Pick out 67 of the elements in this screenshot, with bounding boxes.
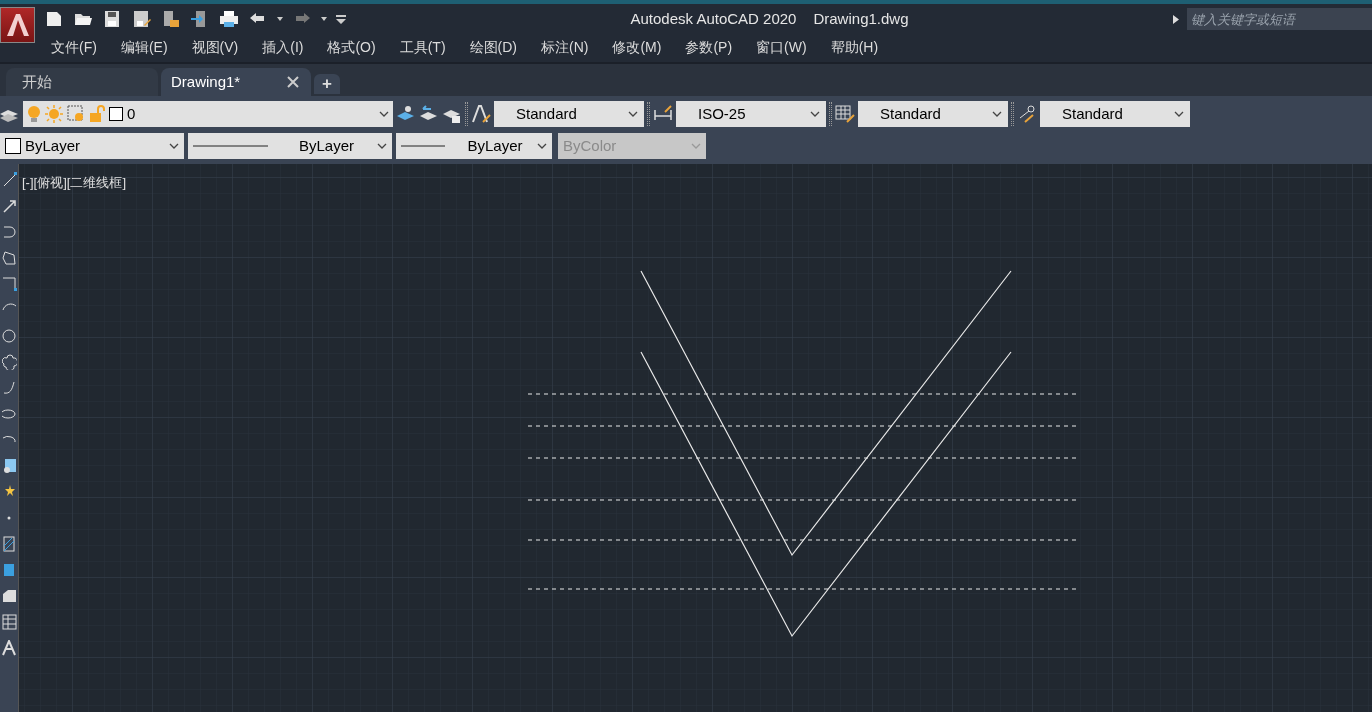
chevron-down-icon: [810, 111, 820, 117]
print-icon[interactable]: [219, 9, 239, 29]
chevron-down-icon: [379, 111, 389, 117]
line-tool-icon[interactable]: [1, 172, 17, 188]
chevron-down-icon: [691, 143, 701, 149]
insert-block-icon[interactable]: [1, 458, 17, 474]
chevron-down-icon: [377, 143, 387, 149]
document-tab[interactable]: 开始: [6, 68, 158, 96]
color-swatch-icon: [5, 138, 21, 154]
hatch-icon[interactable]: [1, 536, 17, 552]
gradient-icon[interactable]: [1, 562, 17, 578]
multileader-style-icon[interactable]: [1017, 104, 1037, 124]
caret-icon[interactable]: [321, 17, 327, 21]
text-style-icon[interactable]: [471, 104, 491, 124]
menu-item[interactable]: 标注(N): [529, 36, 601, 58]
expand-arrow-icon[interactable]: [1173, 14, 1179, 24]
file-title: Drawing1.dwg: [813, 8, 909, 29]
menu-item[interactable]: 工具(T): [387, 36, 458, 58]
menu-item[interactable]: 格式(O): [315, 36, 388, 58]
document-tab[interactable]: Drawing1*: [161, 68, 311, 96]
table-style-icon[interactable]: [835, 104, 855, 124]
style-dropdown[interactable]: Standard: [1040, 101, 1190, 127]
rectangle-icon[interactable]: [1, 276, 17, 292]
multiline-text-icon[interactable]: [1, 640, 17, 656]
chevron-down-icon: [1174, 111, 1184, 117]
customize-icon[interactable]: [336, 14, 346, 24]
menu-item[interactable]: 帮助(H): [818, 36, 891, 58]
lineweight-preview-icon: [401, 145, 445, 147]
circle-icon[interactable]: [1, 328, 17, 344]
logo-icon: [4, 12, 31, 38]
polygon-icon[interactable]: [1, 250, 17, 266]
table-icon[interactable]: [1, 614, 17, 630]
spline-icon[interactable]: [1, 380, 17, 396]
ray-icon[interactable]: [1, 198, 17, 214]
menu-item[interactable]: 视图(V): [179, 36, 251, 58]
caret-icon[interactable]: [277, 17, 283, 21]
linetype-preview-icon: [193, 145, 268, 147]
chevron-down-icon: [537, 143, 547, 149]
polyline-icon[interactable]: [1, 224, 17, 240]
chevron-down-icon: [169, 143, 179, 149]
property-dropdown[interactable]: ByLayer: [396, 133, 552, 159]
application-title: Autodesk AutoCAD 2020: [630, 8, 797, 29]
menu-item[interactable]: 修改(M): [600, 36, 674, 58]
style-dropdown[interactable]: Standard: [858, 101, 1008, 127]
style-dropdown[interactable]: Standard: [494, 101, 644, 127]
drawing-canvas[interactable]: [-][俯视][二维线框]: [18, 164, 1372, 712]
new-tab-button[interactable]: +: [314, 74, 340, 94]
color-swatch-icon: [109, 107, 123, 121]
close-icon[interactable]: [287, 76, 299, 88]
menu-item[interactable]: 窗口(W): [744, 36, 819, 58]
menu-item[interactable]: 插入(I): [250, 36, 316, 58]
cloud-icon[interactable]: [1, 354, 17, 370]
menu-item[interactable]: 绘图(D): [457, 36, 529, 58]
menu-item[interactable]: 文件(F): [39, 36, 109, 58]
device-folder-icon[interactable]: [161, 9, 181, 29]
app-menu-button[interactable]: [0, 7, 35, 43]
menu-item[interactable]: 编辑(E): [108, 36, 180, 58]
property-dropdown[interactable]: ByLayer: [188, 133, 392, 159]
save-as-icon[interactable]: [132, 9, 152, 29]
chevron-down-icon: [628, 111, 638, 117]
menu-item[interactable]: 参数(P): [673, 36, 745, 58]
search-field[interactable]: 键入关键字或短语: [1187, 8, 1372, 30]
style-dropdown[interactable]: ISO-25: [676, 101, 826, 127]
property-dropdown[interactable]: ByLayer: [0, 133, 184, 159]
viewport-label[interactable]: [-][俯视][二维线框]: [22, 173, 126, 193]
region-icon[interactable]: [1, 588, 17, 604]
chevron-down-icon: [992, 111, 1002, 117]
